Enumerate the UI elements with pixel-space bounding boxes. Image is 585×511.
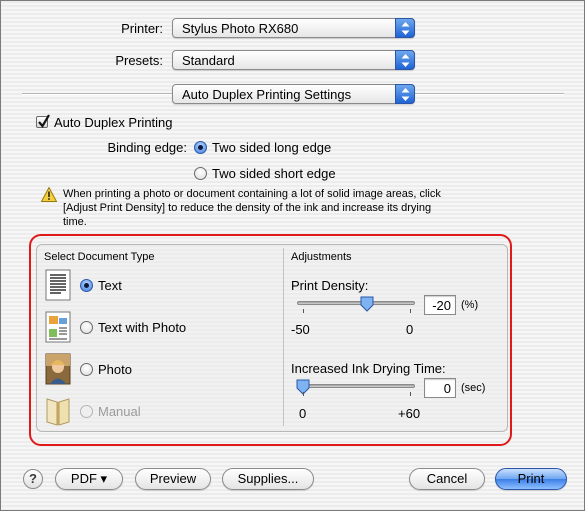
warning-line: When printing a photo or document contai…: [63, 188, 441, 200]
auto-duplex-label: Auto Duplex Printing: [54, 115, 173, 130]
cancel-button[interactable]: Cancel: [409, 468, 485, 490]
panel-value: Auto Duplex Printing Settings: [182, 87, 352, 102]
highlight-frame: [29, 234, 512, 446]
printer-popup[interactable]: Stylus Photo RX680: [172, 18, 415, 38]
binding-long-edge-radio[interactable]: [194, 141, 207, 154]
presets-label: Presets:: [115, 53, 163, 68]
popup-arrows-icon: [395, 50, 415, 70]
print-button[interactable]: Print: [495, 468, 567, 490]
help-button[interactable]: ?: [23, 469, 43, 489]
panel-popup[interactable]: Auto Duplex Printing Settings: [172, 84, 415, 104]
warning-line: time.: [63, 216, 87, 228]
supplies-button[interactable]: Supplies...: [222, 468, 314, 490]
pdf-menu-button[interactable]: PDF ▾: [55, 468, 123, 490]
presets-popup[interactable]: Standard: [172, 50, 415, 70]
print-dialog: Printer: Stylus Photo RX680 Presets: Sta…: [0, 0, 585, 511]
popup-arrows-icon: [395, 84, 415, 104]
binding-short-edge-radio[interactable]: [194, 167, 207, 180]
binding-short-edge-label: Two sided short edge: [212, 166, 336, 181]
printer-label: Printer:: [121, 21, 163, 36]
preview-button[interactable]: Preview: [135, 468, 211, 490]
popup-arrows-icon: [395, 18, 415, 38]
warning-line: [Adjust Print Density] to reduce the den…: [63, 202, 432, 214]
warning-text: When printing a photo or document contai…: [63, 187, 563, 229]
presets-value: Standard: [182, 53, 235, 68]
checkmark-icon: [38, 114, 50, 128]
binding-long-edge-label: Two sided long edge: [212, 140, 332, 155]
warning-icon: [41, 187, 57, 202]
auto-duplex-checkbox[interactable]: [36, 114, 50, 128]
binding-edge-label: Binding edge:: [107, 140, 187, 155]
printer-value: Stylus Photo RX680: [182, 21, 299, 36]
